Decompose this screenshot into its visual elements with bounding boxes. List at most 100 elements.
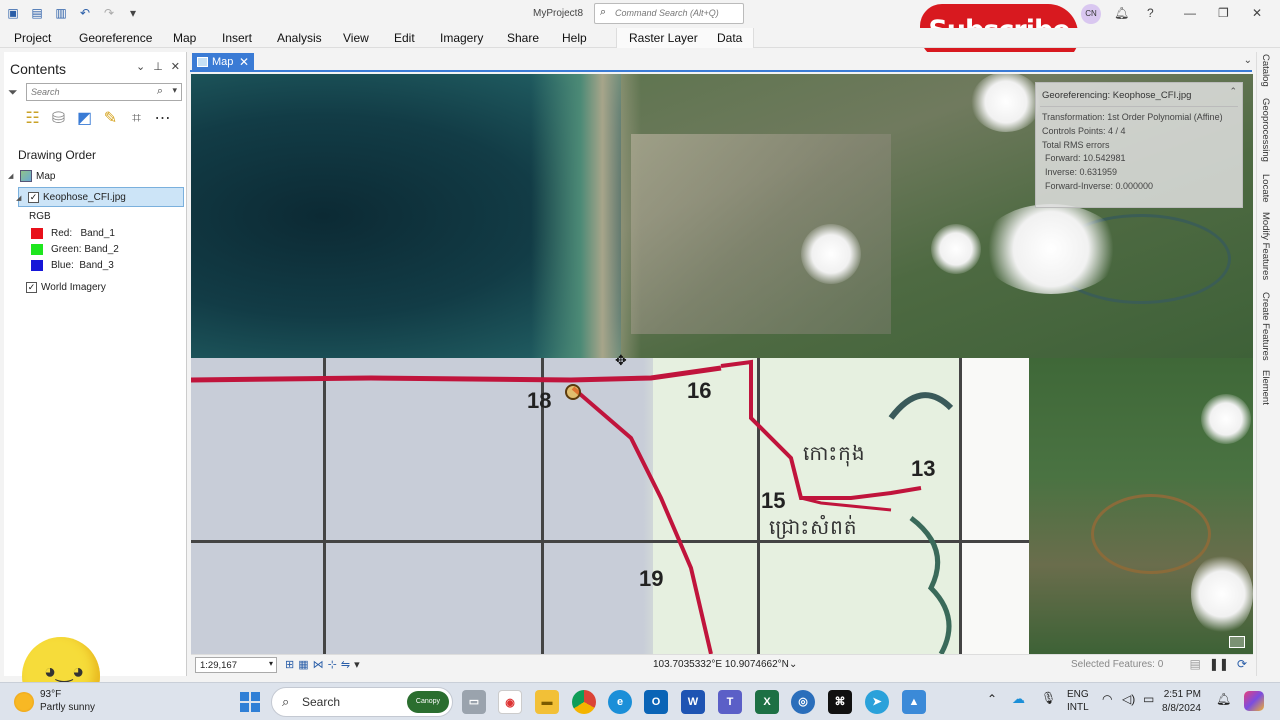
coordinates-dropdown-icon[interactable]: ⌄ (789, 659, 797, 670)
red-swatch[interactable] (31, 228, 43, 239)
tab-analysis[interactable]: Analysis (277, 31, 322, 45)
contents-search-input[interactable]: Search ⌕ ▾ (26, 83, 182, 101)
chevron-down-icon[interactable]: ▾ (354, 658, 360, 671)
tab-geoprocessing[interactable]: Geoprocessing (1260, 98, 1271, 162)
chevron-down-icon[interactable]: ▾ (269, 659, 273, 668)
battery-icon[interactable]: ▭ (1143, 692, 1154, 706)
tab-locate[interactable]: Locate (1260, 174, 1271, 203)
tab-modify-features[interactable]: Modify Features (1260, 212, 1271, 280)
control-point-marker[interactable] (565, 384, 581, 400)
telegram-icon[interactable]: ➤ (865, 690, 889, 714)
list-by-source-icon[interactable]: ⛁ (50, 110, 67, 128)
grid-icon[interactable]: ▦ (298, 658, 308, 671)
file-explorer-icon[interactable]: ▬ (535, 690, 559, 714)
tab-view[interactable]: View (343, 31, 369, 45)
pin-icon[interactable]: ⊥ (153, 60, 163, 73)
notifications-bell-icon[interactable]: 🔔︎ (1216, 692, 1231, 706)
volume-icon[interactable]: ◁) (1122, 692, 1135, 706)
tab-georeference[interactable]: Georeference (79, 31, 152, 45)
chevron-down-icon[interactable]: ▾ (172, 85, 177, 96)
tab-catalog[interactable]: Catalog (1260, 54, 1271, 87)
close-pane-icon[interactable]: ✕ (171, 60, 180, 73)
user-avatar[interactable]: CN (1081, 4, 1101, 24)
capcut-icon[interactable]: ⌘ (828, 690, 852, 714)
band-green[interactable]: Green: Band_2 (31, 244, 119, 255)
collapse-arrow-icon[interactable]: ◢ (8, 172, 16, 180)
restore-icon[interactable]: ❐ (1218, 6, 1229, 20)
tab-insert[interactable]: Insert (222, 31, 252, 45)
open-project-icon[interactable]: ▤ (30, 6, 44, 20)
tab-raster-layer[interactable]: Raster Layer (629, 31, 698, 45)
excel-icon[interactable]: X (755, 690, 779, 714)
snipping-tool-icon[interactable]: ◉ (498, 690, 522, 714)
layer-visibility-checkbox[interactable]: ✓ (26, 282, 37, 293)
list-by-drawing-order-icon[interactable]: ☷ (24, 110, 41, 128)
band-blue[interactable]: Blue: Band_3 (31, 260, 114, 271)
tab-data[interactable]: Data (717, 31, 742, 45)
list-by-selection-icon[interactable]: ◩ (76, 110, 93, 128)
notification-bell-icon[interactable]: 🔔︎ (1114, 6, 1129, 20)
minimize-icon[interactable]: — (1184, 6, 1196, 20)
system-clock[interactable]: 2:51 PM 8/8/2024 (1162, 688, 1201, 716)
language-indicator[interactable]: ENG INTL (1067, 688, 1089, 714)
copilot-icon[interactable] (1244, 691, 1264, 711)
tab-map-view[interactable]: Map ✕ (192, 53, 254, 72)
arcgis-pro-icon[interactable]: ◎ (791, 690, 815, 714)
command-search-input[interactable]: ⌕ Command Search (Alt+Q) (594, 3, 744, 24)
show-hidden-icons[interactable]: ⌃ (987, 692, 997, 706)
word-icon[interactable]: W (681, 690, 705, 714)
pane-options-icon[interactable]: ⌄ (136, 60, 145, 73)
layer-visibility-checkbox[interactable]: ✓ (28, 192, 39, 203)
chrome-icon[interactable] (572, 690, 596, 714)
snapping-icon[interactable]: ⋈ (313, 658, 324, 671)
teams-icon[interactable]: T (718, 690, 742, 714)
wifi-icon[interactable]: ◠ (1102, 692, 1112, 706)
more-options-icon[interactable]: ⋯ (154, 110, 171, 128)
fixed-zoom-icon[interactable]: ⊞ (285, 658, 294, 671)
outlook-icon[interactable]: O (644, 690, 668, 714)
edge-icon[interactable]: e (608, 690, 632, 714)
tab-project[interactable]: Project (14, 31, 51, 45)
green-swatch[interactable] (31, 244, 43, 255)
pause-drawing-icon[interactable]: ❚❚ (1209, 657, 1229, 671)
tab-share[interactable]: Share (507, 31, 539, 45)
task-view-icon[interactable]: ▭ (462, 690, 486, 714)
start-button[interactable] (240, 692, 260, 712)
map-view[interactable]: 18 16 13 15 19 កោះកុង ជ្រោះសំពត់ ✥ Geore… (191, 74, 1253, 654)
redo-icon[interactable]: ↷ (102, 6, 116, 20)
scale-selector[interactable]: 1:29,167 ▾ (195, 657, 277, 673)
table-icon[interactable]: ▤ (1189, 657, 1200, 671)
tab-imagery[interactable]: Imagery (440, 31, 483, 45)
weather-widget[interactable]: 93°F Partly sunny (14, 688, 95, 714)
customize-toolbar-icon[interactable]: ▾ (126, 6, 140, 20)
tab-edit[interactable]: Edit (394, 31, 415, 45)
map-notes-icon[interactable] (1229, 636, 1245, 648)
help-icon[interactable]: ? (1147, 6, 1154, 20)
tab-create-features[interactable]: Create Features (1260, 292, 1271, 361)
microphone-icon[interactable]: 🎙︎ (1041, 691, 1056, 705)
collapse-arrow-icon[interactable]: ◢ (16, 194, 24, 202)
tab-map[interactable]: Map (173, 31, 196, 45)
tab-help[interactable]: Help (562, 31, 587, 45)
close-icon[interactable]: ✕ (1252, 6, 1262, 20)
new-project-icon[interactable]: ▣ (6, 6, 20, 20)
taskbar-search[interactable]: ⌕ Search Canopy (271, 687, 453, 717)
map-tree-item[interactable]: ◢ Map (8, 170, 55, 182)
filter-icon[interactable]: ⏷ (8, 85, 18, 100)
onedrive-icon[interactable]: ☁ (1012, 691, 1025, 707)
list-by-editing-icon[interactable]: ✎ (102, 110, 119, 128)
list-by-snapping-icon[interactable]: ⌗ (128, 110, 145, 128)
save-project-icon[interactable]: ▥ (54, 6, 68, 20)
band-red[interactable]: Red: Band_1 (31, 228, 115, 239)
tab-element[interactable]: Element (1260, 370, 1271, 405)
layer-keophose[interactable]: ◢ ✓ Keophose_CFI.jpg (16, 192, 126, 203)
close-tab-icon[interactable]: ✕ (239, 55, 249, 69)
refresh-icon[interactable]: ⟳ (1237, 657, 1247, 671)
extent-icon[interactable]: ⊹ (328, 658, 337, 671)
blue-swatch[interactable] (31, 260, 43, 271)
layer-world-imagery[interactable]: ✓ World Imagery (26, 282, 106, 293)
refresh-nav-icon[interactable]: ⇋ (341, 658, 350, 671)
undo-icon[interactable]: ↶ (78, 6, 92, 20)
photos-icon[interactable]: ▲ (902, 690, 926, 714)
tab-list-chevron-icon[interactable]: ⌄ (1244, 55, 1252, 66)
